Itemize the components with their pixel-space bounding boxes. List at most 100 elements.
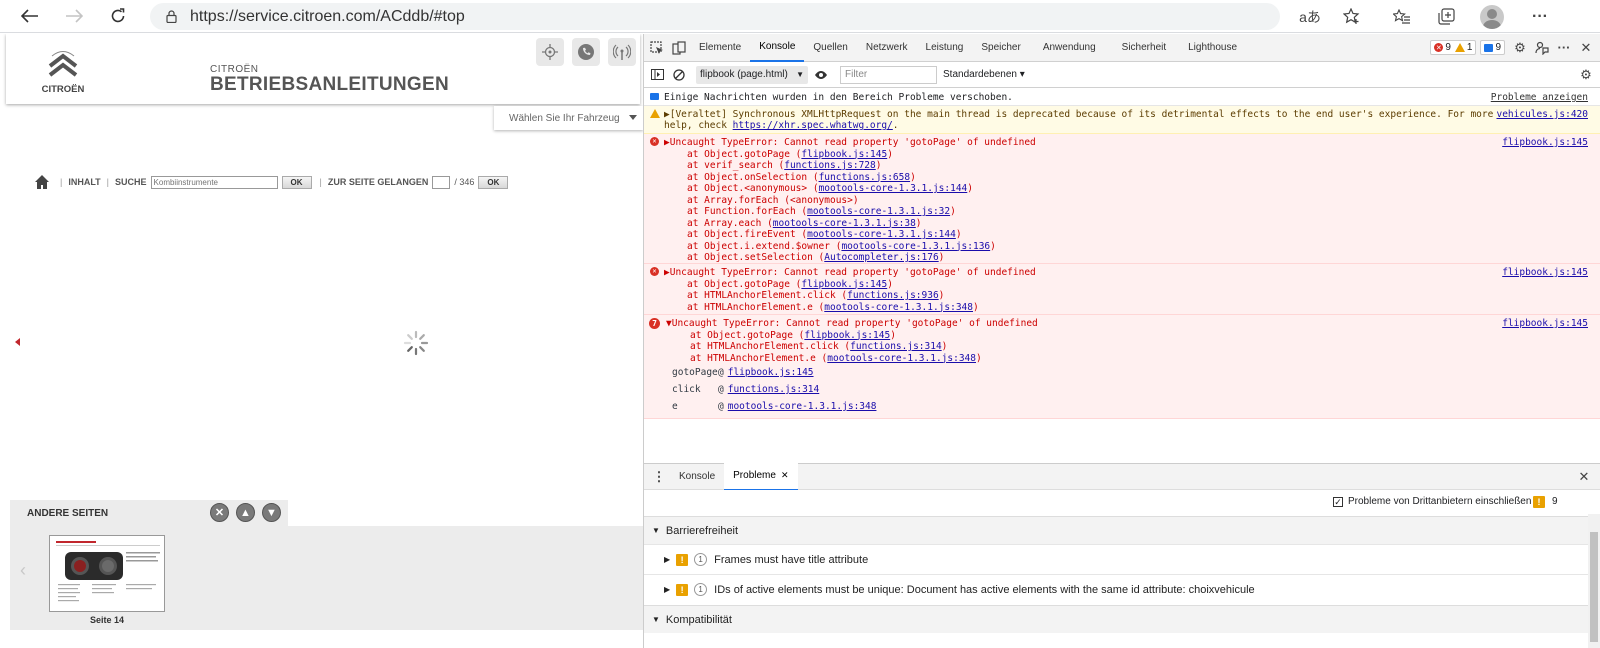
thumb-prev-icon[interactable]: ‹ (20, 560, 26, 581)
error-icon: ✕ (650, 137, 659, 146)
error-source-link[interactable]: flipbook.js:145 (1502, 267, 1588, 279)
issue-row[interactable]: ▶ ! 1 Frames must have title attribute (644, 544, 1589, 574)
tab-memory[interactable]: Speicher (972, 34, 1029, 62)
inspect-icon[interactable] (646, 34, 668, 62)
filter-input[interactable]: Filter (840, 65, 937, 84)
source-link[interactable]: flipbook.js:145 (801, 279, 887, 290)
third-party-checkbox[interactable]: ✓ (1333, 497, 1343, 507)
spec-link[interactable]: https://xhr.spec.whatwg.org/ (733, 120, 893, 131)
tab-sources[interactable]: Quellen (804, 34, 856, 62)
page-thumbnail[interactable] (49, 535, 165, 612)
show-issues-link[interactable]: Probleme anzeigen (1491, 92, 1588, 104)
source-link[interactable]: Autocompleter.js:176 (824, 252, 938, 263)
feedback-icon[interactable] (1531, 34, 1553, 62)
error-source-link[interactable]: flipbook.js:145 (1502, 318, 1588, 330)
source-link[interactable]: mootools-core-1.3.1.js:38 (773, 218, 916, 229)
search-label: SUCHE (115, 177, 147, 187)
tab-performance[interactable]: Leistung (917, 34, 973, 62)
manual-toolbar: | INHALT | SUCHE OK | ZUR SEITE GELANGEN… (34, 172, 509, 192)
device-toolbar-icon[interactable] (668, 34, 690, 62)
citroen-logo[interactable]: CITROËN (28, 44, 98, 96)
drawer-more-icon[interactable]: ⋮ (648, 463, 670, 491)
phone-icon[interactable] (572, 38, 600, 66)
source-link[interactable]: functions.js:658 (819, 172, 911, 183)
vehicle-select[interactable]: Wählen Sie Ihr Fahrzeug (494, 106, 643, 130)
source-link[interactable]: functions.js:728 (784, 160, 876, 171)
refresh-icon[interactable] (98, 0, 138, 33)
log-levels-dropdown[interactable]: Standardebenen ▾ (943, 69, 1025, 80)
source-link[interactable]: flipbook.js:145 (728, 367, 814, 378)
eye-icon[interactable] (810, 61, 832, 89)
error-title[interactable]: ▶Uncaught TypeError: Cannot read propert… (664, 267, 1036, 279)
search-ok-button[interactable]: OK (281, 175, 312, 189)
more-icon[interactable]: ··· (1522, 0, 1558, 33)
source-link[interactable]: mootools-core-1.3.1.js:32 (807, 206, 950, 217)
read-aloud-icon[interactable]: aあ (1292, 0, 1328, 33)
info-badge[interactable]: 9 (1480, 40, 1505, 55)
source-link[interactable]: mootools-core-1.3.1.js:144 (819, 183, 968, 194)
drawer-tab-issues[interactable]: Probleme ✕ (724, 462, 798, 491)
profile-icon[interactable] (1474, 0, 1510, 33)
clear-console-icon[interactable] (668, 61, 690, 89)
error-warning-badge[interactable]: ✕ 9 1 (1430, 40, 1477, 55)
tab-elements[interactable]: Elemente (690, 34, 750, 62)
add-favorite-icon[interactable] (1334, 0, 1370, 33)
close-icon[interactable]: ✕ (210, 503, 229, 522)
scrollbar[interactable] (1588, 514, 1600, 648)
address-bar[interactable]: https://service.citroen.com/ACddb/#top (150, 3, 1280, 30)
console-settings-gear-icon[interactable]: ⚙ (1575, 61, 1597, 89)
signal-icon[interactable] (608, 38, 636, 66)
source-link[interactable]: functions.js:314 (728, 384, 820, 395)
close-icon[interactable]: ✕ (1575, 34, 1597, 62)
chevron-right-icon: ▶ (664, 585, 671, 594)
forward-icon[interactable] (54, 0, 94, 33)
issue-category-compatibility[interactable]: ▼ Kompatibilität (644, 605, 1589, 633)
collections-icon[interactable] (1428, 0, 1464, 33)
source-link[interactable]: flipbook.js:145 (804, 330, 890, 341)
tab-security[interactable]: Sicherheit (1109, 34, 1179, 62)
warning-source-link[interactable]: vehicules.js:420 (1496, 109, 1588, 121)
issue-row[interactable]: ▶ ! 1 IDs of active elements must be uni… (644, 574, 1589, 604)
lock-icon[interactable] (164, 10, 178, 24)
url-text[interactable]: https://service.citroen.com/ACddb/#top (190, 8, 465, 26)
tab-network[interactable]: Netzwerk (857, 34, 917, 62)
error-source-link[interactable]: flipbook.js:145 (1502, 137, 1588, 149)
issue-category-accessibility[interactable]: ▼ Barrierefreiheit (644, 516, 1589, 544)
source-link[interactable]: mootools-core-1.3.1.js:348 (827, 353, 976, 364)
search-input[interactable] (150, 175, 278, 189)
drawer-tab-console[interactable]: Konsole (670, 463, 724, 491)
arrow-up-icon[interactable]: ▲ (236, 503, 255, 522)
arrow-down-icon[interactable]: ▼ (262, 503, 281, 522)
close-tab-icon[interactable]: ✕ (781, 470, 789, 481)
tab-application[interactable]: Anwendung (1030, 34, 1109, 62)
source-link[interactable]: mootools-core-1.3.1.js:348 (728, 401, 877, 412)
tab-console[interactable]: Konsole (750, 34, 805, 62)
scrollbar-thumb[interactable] (1590, 532, 1598, 642)
contents-link[interactable]: INHALT (68, 177, 100, 187)
context-select[interactable]: flipbook (page.html) ▼ (696, 65, 808, 84)
browser-toolbar: https://service.citroen.com/ACddb/#top a… (0, 0, 1600, 33)
info-text: Einige Nachrichten wurden in den Bereich… (664, 92, 1013, 103)
goto-ok-button[interactable]: OK (478, 175, 509, 189)
source-link[interactable]: functions.js:314 (850, 341, 942, 352)
error-title[interactable]: ▼Uncaught TypeError: Cannot read propert… (666, 318, 1038, 330)
back-icon[interactable] (10, 0, 50, 33)
source-link[interactable]: flipbook.js:145 (801, 149, 887, 160)
error-title[interactable]: ▶Uncaught TypeError: Cannot read propert… (664, 137, 1036, 149)
home-icon[interactable] (34, 174, 50, 190)
source-link[interactable]: mootools-core-1.3.1.js:144 (807, 229, 956, 240)
source-link[interactable]: functions.js:936 (847, 290, 939, 301)
source-link[interactable]: mootools-core-1.3.1.js:348 (824, 302, 973, 313)
gear-icon[interactable]: ⚙ (1509, 34, 1531, 62)
close-drawer-icon[interactable]: ✕ (1573, 463, 1595, 491)
prev-page-arrow-icon[interactable] (15, 338, 20, 346)
console-error-message: ✕ ▶Uncaught TypeError: Cannot read prope… (644, 134, 1600, 264)
sidebar-toggle-icon[interactable] (646, 61, 668, 89)
other-pages-header: ANDERE SEITEN ✕ ▲ ▼ (10, 500, 288, 526)
page-number-input[interactable] (432, 175, 451, 189)
favorites-icon[interactable] (1384, 0, 1420, 33)
locate-icon[interactable] (536, 38, 564, 66)
source-link[interactable]: mootools-core-1.3.1.js:136 (841, 241, 990, 252)
more-icon[interactable]: ··· (1553, 34, 1575, 62)
tab-lighthouse[interactable]: Lighthouse (1179, 34, 1246, 62)
